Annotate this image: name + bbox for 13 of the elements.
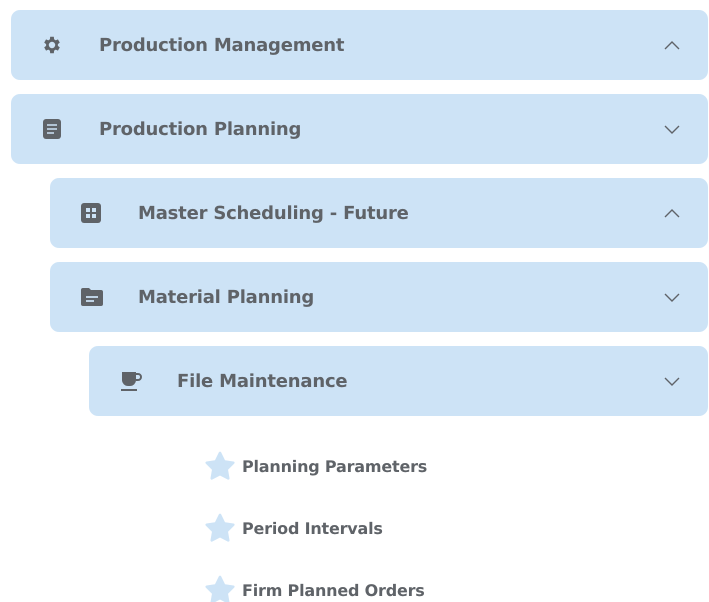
menu-item[interactable]: Production Planning <box>11 94 708 164</box>
menu-item-label: Material Planning <box>138 286 316 308</box>
menu-item[interactable]: Production Management <box>11 10 708 80</box>
menu-link[interactable]: Firm Planned Orders <box>242 580 425 600</box>
menu-link[interactable]: Period Intervals <box>242 518 383 538</box>
menu-item-label: Production Planning <box>99 118 302 140</box>
menu-link[interactable]: Planning Parameters <box>242 456 428 476</box>
menu-item[interactable]: Material Planning <box>50 262 708 332</box>
menu-item-label: File Maintenance <box>177 370 348 392</box>
menu-item-label: Master Scheduling - Future <box>138 202 410 224</box>
menu-item[interactable]: Master Scheduling - Future <box>50 178 708 248</box>
menu-item-label: Production Management <box>99 34 346 56</box>
menu-item[interactable]: File Maintenance <box>89 346 708 416</box>
